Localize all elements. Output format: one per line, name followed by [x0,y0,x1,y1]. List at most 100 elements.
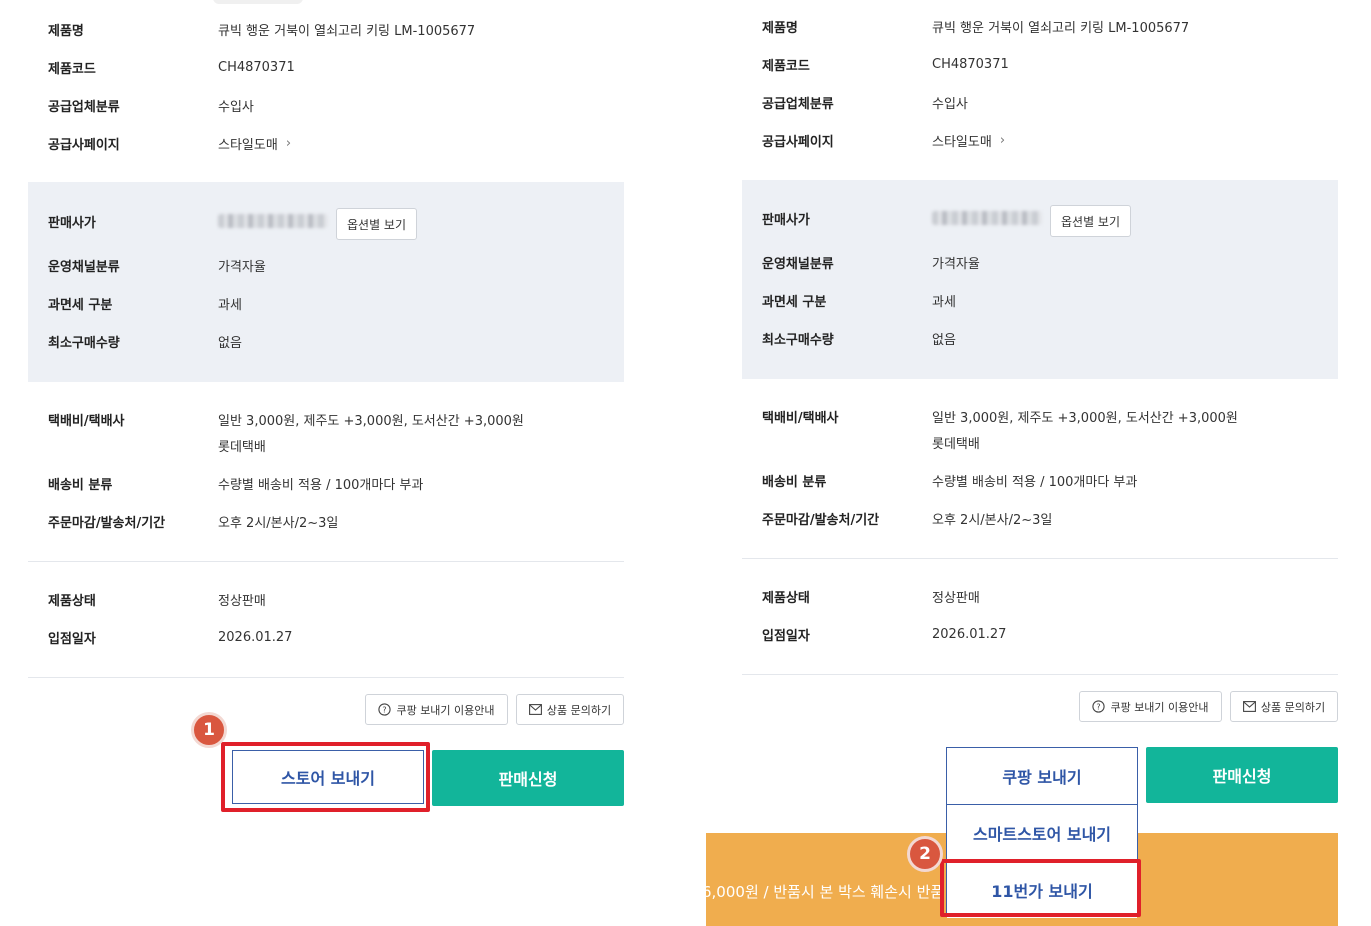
product-inquiry-label: 상품 문의하기 [546,703,612,717]
row-label: 공급사페이지 [762,134,834,150]
highlight-box-11st [940,859,1141,917]
blurred-price [218,214,328,228]
row-label: 주문마감/발송처/기간 [48,515,166,531]
mail-icon [1242,700,1256,713]
info-row-supplier-type: 공급업체분류 수입사 [48,93,604,117]
row-label: 입점일자 [48,631,96,647]
pricing-section: 판매사가 옵션별 보기 운영채널분류 가격자율 과면세 구분 과세 최소구매수량… [28,182,624,382]
row-value: 과세 [932,294,956,310]
sale-price-value [932,211,1042,225]
section-divider [28,561,624,562]
info-row-product-status: 제품상태 정상판매 [48,587,604,611]
blurred-price [932,211,1042,225]
row-value: 2026.01.27 [932,626,1007,642]
row-label: 배송비 분류 [762,474,827,490]
product-detail-panel-left: 제품명 큐빅 행운 거북이 열쇠고리 키링 LM-1005677 제품코드 CH… [28,0,624,926]
row-value: 일반 3,000원, 제주도 +3,000원, 도서산간 +3,000원 [932,410,1238,426]
coupang-guide-button[interactable]: ? 쿠팡 보내기 이용안내 [365,694,508,725]
supplier-page-link-label: 스타일도매 [932,134,992,150]
info-row-order-deadline: 주문마감/발송처/기간 오후 2시/본사/2~3일 [48,509,604,533]
info-row-order-deadline: 주문마감/발송처/기간 오후 2시/본사/2~3일 [762,506,1318,530]
notice-banner-text: 6,000원 / 반품시 본 박스 훼손시 반품 [706,883,945,901]
row-label: 택배비/택배사 [48,413,125,429]
sell-apply-button[interactable]: 판매신청 [432,750,624,806]
sell-apply-button[interactable]: 판매신청 [1146,747,1338,803]
row-value: 수량별 배송비 적용 / 100개마다 부과 [932,474,1138,490]
info-row-registered-date: 입점일자 2026.01.27 [48,625,604,649]
row-value: 수입사 [932,96,968,112]
step-badge-1: 1 [191,712,227,748]
info-row-shipping-fee: 택배비/택배사 일반 3,000원, 제주도 +3,000원, 도서산간 +3,… [762,404,1318,428]
row-label: 공급업체분류 [762,96,834,112]
step-badge-2: 2 [907,836,943,872]
dropdown-item-smartstore[interactable]: 스마트스토어 보내기 [947,805,1137,861]
svg-text:?: ? [383,705,387,714]
row-label: 제품명 [762,20,798,36]
view-by-option-button[interactable]: 옵션별 보기 [336,208,417,240]
svg-text:?: ? [1097,702,1101,711]
pricing-section: 판매사가 옵션별 보기 운영채널분류 가격자율 과면세 구분 과세 최소구매수량… [742,180,1338,379]
supplier-page-link-label: 스타일도매 [218,137,278,153]
row-value: 수량별 배송비 적용 / 100개마다 부과 [218,477,424,493]
sale-price-value [218,214,328,228]
row-label: 최소구매수량 [48,335,120,351]
question-circle-icon: ? [378,703,392,716]
product-inquiry-label: 상품 문의하기 [1260,700,1326,714]
row-value: 정상판매 [932,590,980,606]
row-value: 수입사 [218,99,254,115]
chevron-right-icon: › [999,132,1006,148]
row-label: 판매사가 [762,212,810,228]
info-row-product-code: 제품코드 CH4870371 [762,52,1318,76]
row-value: CH4870371 [218,59,295,75]
question-circle-icon: ? [1092,700,1106,713]
info-row-registered-date: 입점일자 2026.01.27 [762,622,1318,646]
info-row-tax-type: 과면세 구분 과세 [48,291,604,315]
dropdown-item-coupang[interactable]: 쿠팡 보내기 [947,748,1137,804]
row-value: 없음 [932,332,956,348]
coupang-guide-label: 쿠팡 보내기 이용안내 [1110,700,1209,714]
row-label: 제품코드 [48,61,96,77]
row-value: 오후 2시/본사/2~3일 [932,512,1053,528]
highlight-box-store-send [221,742,430,812]
row-label: 제품코드 [762,58,810,74]
info-row-min-quantity: 최소구매수량 없음 [762,326,1318,350]
product-inquiry-button[interactable]: 상품 문의하기 [516,694,624,725]
info-row-supplier-type: 공급업체분류 수입사 [762,90,1318,114]
coupang-guide-label: 쿠팡 보내기 이용안내 [396,703,495,717]
top-edge-fragment [213,0,303,4]
info-row-shipping-type: 배송비 분류 수량별 배송비 적용 / 100개마다 부과 [762,468,1318,492]
info-row-min-quantity: 최소구매수량 없음 [48,329,604,353]
view-by-option-button[interactable]: 옵션별 보기 [1050,205,1131,237]
row-value: 일반 3,000원, 제주도 +3,000원, 도서산간 +3,000원 [218,413,524,429]
info-row-product-status: 제품상태 정상판매 [762,584,1318,608]
supplier-page-link[interactable]: 스타일도매 › [218,134,291,153]
row-value: 큐빅 행운 거북이 열쇠고리 키링 LM-1005677 [218,23,476,39]
info-row-supplier-page: 공급사페이지 스타일도매 › [48,131,604,155]
row-value: 가격자율 [218,259,266,275]
row-label: 과면세 구분 [762,294,827,310]
row-value: 없음 [218,335,242,351]
row-label: 공급사페이지 [48,137,120,153]
row-value: 2026.01.27 [218,629,293,645]
row-value: CH4870371 [932,56,1009,72]
supplier-page-link[interactable]: 스타일도매 › [932,131,1005,150]
courier-name: 롯데택배 [218,440,266,455]
row-label: 공급업체분류 [48,99,120,115]
row-label: 운영채널분류 [48,259,120,275]
row-label: 주문마감/발송처/기간 [762,512,880,528]
row-label: 입점일자 [762,628,810,644]
info-row-channel-type: 운영채널분류 가격자율 [48,253,604,277]
section-divider [742,674,1338,675]
row-value: 과세 [218,297,242,313]
row-label: 판매사가 [48,215,96,231]
chevron-right-icon: › [285,135,292,151]
info-row-product-name: 제품명 큐빅 행운 거북이 열쇠고리 키링 LM-1005677 [762,14,1318,38]
info-row-product-code: 제품코드 CH4870371 [48,55,604,79]
row-label: 제품명 [48,23,84,39]
row-label: 과면세 구분 [48,297,113,313]
courier-name: 롯데택배 [932,437,980,452]
row-label: 택배비/택배사 [762,410,839,426]
coupang-guide-button[interactable]: ? 쿠팡 보내기 이용안내 [1079,691,1222,722]
row-value: 큐빅 행운 거북이 열쇠고리 키링 LM-1005677 [932,20,1190,36]
product-inquiry-button[interactable]: 상품 문의하기 [1230,691,1338,722]
